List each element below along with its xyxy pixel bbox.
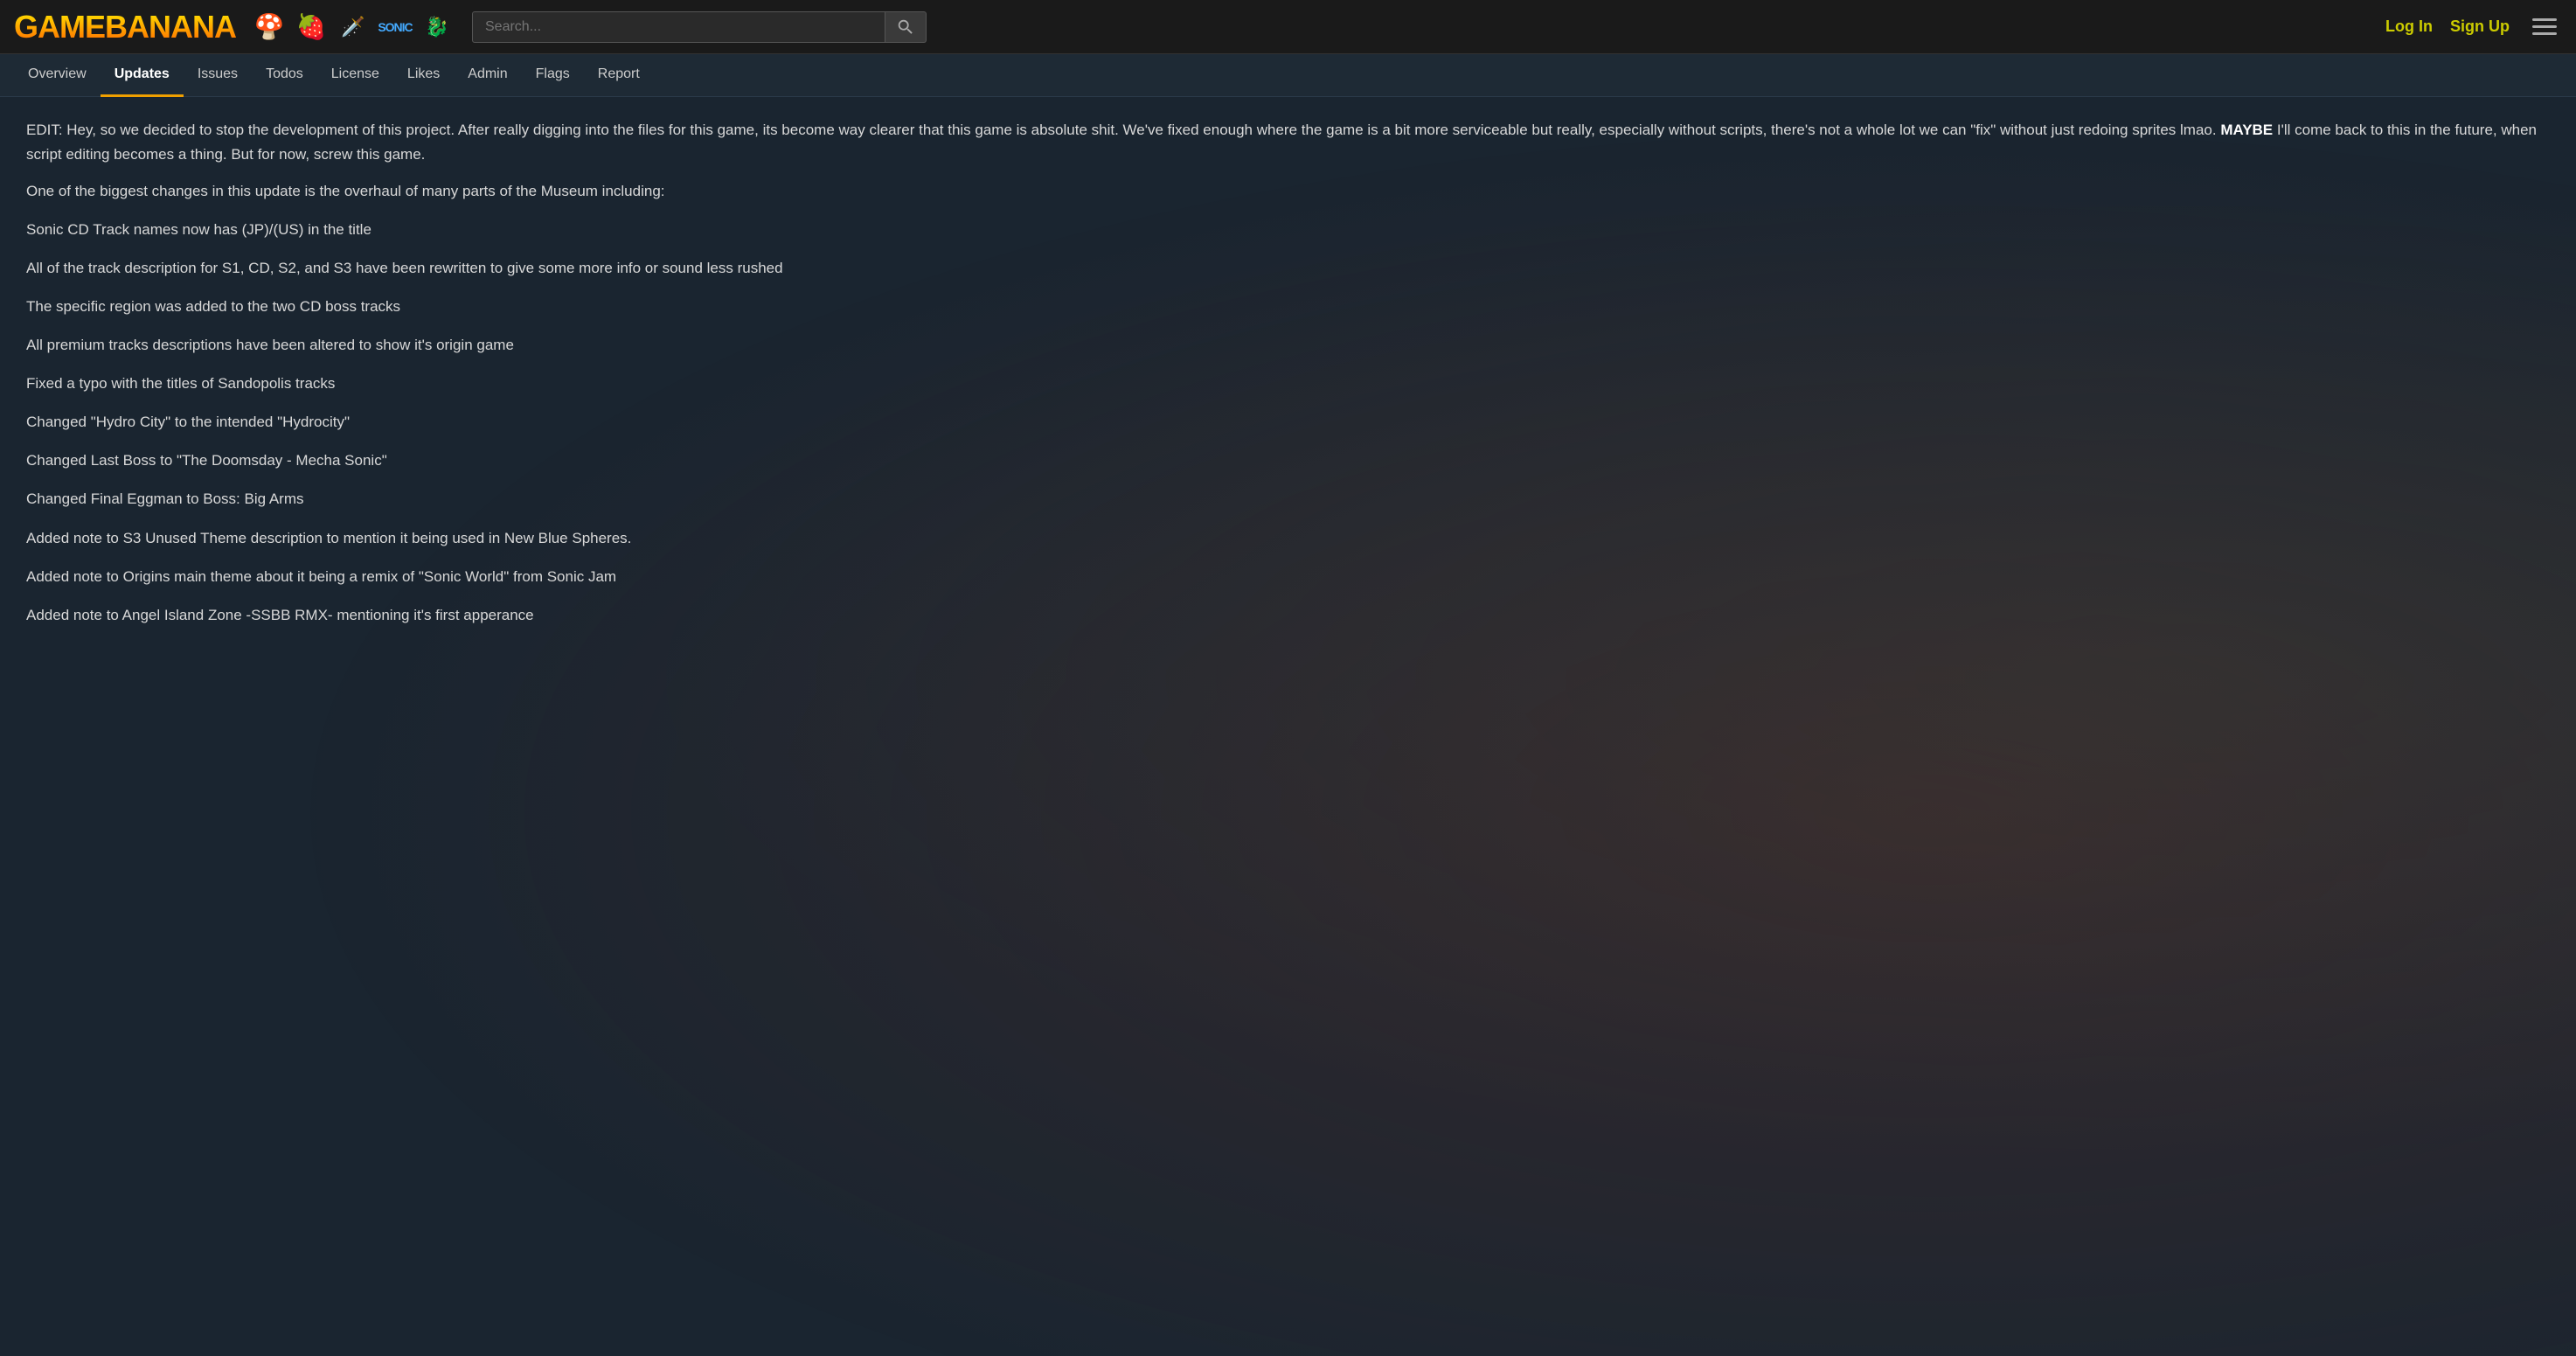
game-icons: 🍄 🍓 🗡️ SONIC 🐉	[252, 10, 455, 45]
sword-icon[interactable]: 🗡️	[336, 10, 371, 45]
hamburger-line-3	[2532, 32, 2557, 35]
tab-todos[interactable]: Todos	[252, 54, 317, 97]
content-line-11: Added note to Angel Island Zone -SSBB RM…	[26, 603, 2550, 628]
main-content: EDIT: Hey, so we decided to stop the dev…	[0, 97, 2576, 663]
search-icon	[896, 17, 915, 37]
tab-license[interactable]: License	[317, 54, 393, 97]
content-line-5: Fixed a typo with the titles of Sandopol…	[26, 372, 2550, 396]
content-line-10: Added note to Origins main theme about i…	[26, 565, 2550, 589]
header-actions: Log In Sign Up	[2385, 13, 2562, 40]
tab-issues[interactable]: Issues	[184, 54, 252, 97]
tab-report[interactable]: Report	[584, 54, 654, 97]
content-line-2: All of the track description for S1, CD,…	[26, 256, 2550, 281]
hamburger-line-1	[2532, 18, 2557, 21]
logo-text: GAMEBANANA	[14, 9, 236, 45]
tab-admin[interactable]: Admin	[454, 54, 521, 97]
search-input[interactable]	[472, 11, 885, 43]
nav-tabs: Overview Updates Issues Todos License Li…	[0, 54, 2576, 97]
content-line-1: Sonic CD Track names now has (JP)/(US) i…	[26, 218, 2550, 242]
strawberry-icon[interactable]: 🍓	[294, 10, 329, 45]
sonic-icon[interactable]: SONIC	[378, 10, 413, 45]
site-logo[interactable]: GAMEBANANA	[14, 9, 236, 45]
hamburger-menu[interactable]	[2527, 13, 2562, 40]
search-container	[472, 11, 927, 43]
signup-link[interactable]: Sign Up	[2450, 17, 2510, 36]
tab-updates[interactable]: Updates	[101, 54, 184, 97]
content-line-3: The specific region was added to the two…	[26, 295, 2550, 319]
content-line-6: Changed "Hydro City" to the intended "Hy…	[26, 410, 2550, 435]
edit-text-main: EDIT: Hey, so we decided to stop the dev…	[26, 122, 2537, 163]
content-line-9: Added note to S3 Unused Theme descriptio…	[26, 526, 2550, 551]
maybe-bold: MAYBE	[2220, 122, 2273, 138]
content-line-8: Changed Final Eggman to Boss: Big Arms	[26, 487, 2550, 511]
tab-likes[interactable]: Likes	[393, 54, 454, 97]
tab-overview[interactable]: Overview	[14, 54, 101, 97]
content-line-4: All premium tracks descriptions have bee…	[26, 333, 2550, 358]
site-header: GAMEBANANA 🍄 🍓 🗡️ SONIC 🐉 Log In Sign Up	[0, 0, 2576, 54]
hamburger-line-2	[2532, 25, 2557, 28]
content-line-0: One of the biggest changes in this updat…	[26, 179, 2550, 204]
dragon-icon[interactable]: 🐉	[420, 10, 455, 45]
tab-flags[interactable]: Flags	[522, 54, 584, 97]
mario-icon[interactable]: 🍄	[252, 10, 287, 45]
login-link[interactable]: Log In	[2385, 17, 2433, 36]
edit-paragraph: EDIT: Hey, so we decided to stop the dev…	[26, 118, 2550, 167]
search-button[interactable]	[885, 11, 927, 43]
content-line-7: Changed Last Boss to "The Doomsday - Mec…	[26, 449, 2550, 473]
